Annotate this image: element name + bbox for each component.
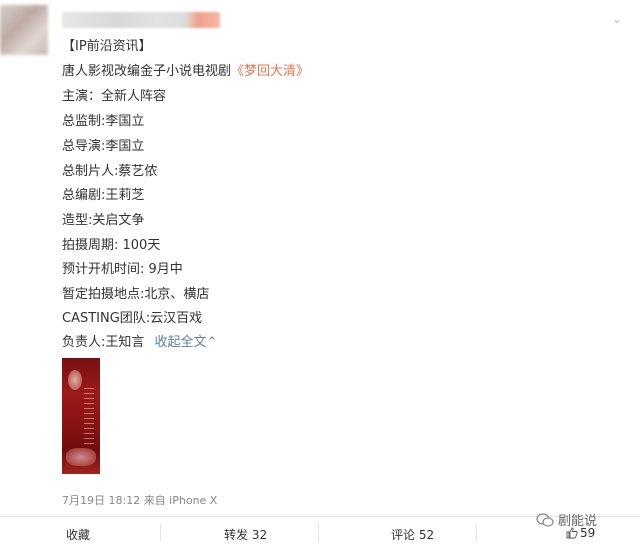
post-line-1-text: 唐人影视改编金子小说电视剧 bbox=[62, 64, 232, 79]
like-count: 59 bbox=[580, 526, 596, 540]
post-line-4: 总导演:李国立 bbox=[62, 139, 145, 154]
image-decoration bbox=[68, 370, 82, 390]
comment-button[interactable]: 评论 52 bbox=[391, 526, 434, 543]
image-decoration bbox=[66, 448, 96, 466]
post-line-8: 拍摄周期: 100天 bbox=[62, 238, 161, 253]
repost-label: 转发 32 bbox=[224, 528, 268, 542]
like-button[interactable]: 59 bbox=[566, 526, 595, 540]
action-separator bbox=[476, 524, 477, 542]
post-line-3: 总监制:李国立 bbox=[62, 114, 145, 129]
collapse-full-text-link[interactable]: 收起全文⌃ bbox=[155, 335, 218, 350]
post-line-5: 总制片人:蔡艺侬 bbox=[62, 164, 158, 179]
post-line-1: 唐人影视改编金子小说电视剧《梦回大清》 bbox=[62, 63, 309, 81]
post-line-12-text: 负责人:王知言 bbox=[62, 335, 145, 350]
action-separator bbox=[160, 524, 161, 542]
thumbs-up-icon bbox=[566, 527, 578, 539]
post-line-9: 预计开机时间: 9月中 bbox=[62, 262, 183, 277]
post-line-11: CASTING团队:云汉百戏 bbox=[62, 311, 203, 326]
avatar[interactable] bbox=[0, 5, 48, 55]
drama-title-link[interactable]: 《梦回大清》 bbox=[231, 64, 309, 79]
username-blurred[interactable] bbox=[62, 12, 220, 28]
comment-label: 评论 52 bbox=[391, 528, 435, 542]
post-line-0: 【IP前沿资讯】 bbox=[62, 39, 152, 54]
post-line-10: 暂定拍摄地点:北京、横店 bbox=[62, 287, 210, 302]
favorite-label: 收藏 bbox=[66, 528, 91, 542]
post-line-2: 主演：全新人阵容 bbox=[62, 89, 167, 104]
favorite-button[interactable]: 收藏 bbox=[66, 526, 90, 543]
collapse-label: 收起全文 bbox=[154, 335, 207, 350]
weibo-post-card: ⌄ 【IP前沿资讯】 唐人影视改编金子小说电视剧《梦回大清》 主演：全新人阵容 … bbox=[0, 0, 640, 546]
action-separator bbox=[318, 524, 319, 542]
wechat-icon bbox=[536, 512, 554, 527]
post-meta: 7月19日 18:12 来自 iPhone X bbox=[62, 494, 218, 507]
chevron-up-icon: ⌃ bbox=[206, 335, 218, 350]
post-line-6: 总编剧:王莉芝 bbox=[62, 188, 145, 203]
repost-button[interactable]: 转发 32 bbox=[224, 526, 267, 543]
post-line-7: 造型:关启文争 bbox=[62, 213, 145, 228]
more-options-icon[interactable]: ⌄ bbox=[606, 12, 628, 26]
post-image-thumbnail[interactable] bbox=[62, 358, 100, 474]
image-decoration bbox=[84, 388, 94, 448]
post-line-12: 负责人:王知言 收起全文⌃ bbox=[62, 334, 217, 352]
